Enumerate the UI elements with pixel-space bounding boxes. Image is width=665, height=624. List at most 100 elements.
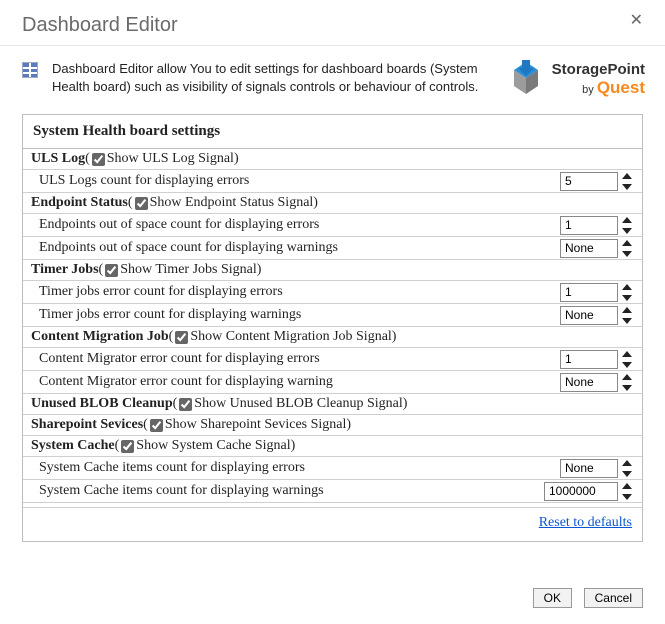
chevron-down-icon[interactable] (622, 318, 632, 324)
ok-button[interactable]: OK (533, 588, 572, 608)
section-title: Content Migration Job (31, 329, 169, 345)
cache-warnings-row: System Cache items count for displaying … (23, 480, 642, 503)
cache-errors-input[interactable] (560, 459, 618, 478)
cache-errors-row: System Cache items count for displaying … (23, 457, 642, 480)
row-label: Content Migrator error count for display… (39, 351, 320, 367)
table-icon (22, 62, 38, 78)
chevron-down-icon[interactable] (622, 295, 632, 301)
row-label: Endpoints out of space count for display… (39, 240, 338, 256)
section-title: ULS Log (31, 151, 85, 167)
cache-show-signal-checkbox[interactable] (121, 440, 134, 453)
spinner[interactable] (622, 483, 634, 500)
endpoint-warnings-input[interactable] (560, 239, 618, 258)
cancel-button[interactable]: Cancel (584, 588, 643, 608)
section-sharepoint-services: Sharepoint Sevices (Show Sharepoint Sevi… (23, 415, 642, 436)
row-label: Timer jobs error count for displaying er… (39, 284, 283, 300)
migration-show-signal-checkbox[interactable] (175, 331, 188, 344)
section-system-cache: System Cache (Show System Cache Signal) (23, 436, 642, 457)
chevron-down-icon[interactable] (622, 228, 632, 234)
chevron-down-icon[interactable] (622, 362, 632, 368)
settings-panel: System Health board settings ULS Log (Sh… (22, 114, 643, 542)
row-label: Timer jobs error count for displaying wa… (39, 307, 301, 323)
section-title: Timer Jobs (31, 262, 99, 278)
timer-warnings-input[interactable] (560, 306, 618, 325)
row-label: System Cache items count for displaying … (39, 483, 324, 499)
chevron-down-icon[interactable] (622, 251, 632, 257)
endpoint-show-signal-checkbox[interactable] (135, 197, 148, 210)
chevron-up-icon[interactable] (622, 351, 632, 357)
spinner[interactable] (622, 173, 634, 190)
brand-by: by (582, 84, 594, 96)
reset-row: Reset to defaults (23, 508, 642, 541)
chevron-up-icon[interactable] (622, 460, 632, 466)
spinner[interactable] (622, 307, 634, 324)
chevron-down-icon[interactable] (622, 385, 632, 391)
section-timer-jobs: Timer Jobs (Show Timer Jobs Signal) (23, 260, 642, 281)
endpoint-errors-row: Endpoints out of space count for display… (23, 214, 642, 237)
uls-errors-row: ULS Logs count for displaying errors (23, 170, 642, 193)
brand-product: StoragePoint (552, 61, 645, 78)
dashboard-editor-dialog: ✕ Dashboard Editor Dashboard Editor allo… (0, 0, 665, 624)
chevron-down-icon[interactable] (622, 471, 632, 477)
intro-text: Dashboard Editor allow You to edit setti… (52, 60, 508, 95)
timer-warnings-row: Timer jobs error count for displaying wa… (23, 304, 642, 327)
endpoint-errors-input[interactable] (560, 216, 618, 235)
row-label: ULS Logs count for displaying errors (39, 173, 249, 189)
row-label: Endpoints out of space count for display… (39, 217, 319, 233)
checkbox-label: Show System Cache Signal (136, 438, 290, 454)
migration-errors-row: Content Migrator error count for display… (23, 348, 642, 371)
chevron-up-icon[interactable] (622, 173, 632, 179)
checkbox-label: Show ULS Log Signal (107, 151, 234, 167)
section-title: Sharepoint Sevices (31, 417, 143, 433)
row-label: Content Migrator error count for display… (39, 374, 333, 390)
checkbox-label: Show Content Migration Job Signal (190, 329, 391, 345)
chevron-up-icon[interactable] (622, 217, 632, 223)
checkbox-label: Show Endpoint Status Signal (150, 195, 314, 211)
chevron-down-icon[interactable] (622, 494, 632, 500)
panel-title: System Health board settings (23, 115, 642, 149)
checkbox-label: Show Timer Jobs Signal (120, 262, 257, 278)
row-label: System Cache items count for displaying … (39, 460, 305, 476)
section-title: Endpoint Status (31, 195, 128, 211)
section-title: System Cache (31, 438, 115, 454)
chevron-up-icon[interactable] (622, 483, 632, 489)
brand-vendor: Quest (597, 78, 645, 97)
section-unused-blob-cleanup: Unused BLOB Cleanup (Show Unused BLOB Cl… (23, 394, 642, 415)
section-endpoint-status: Endpoint Status (Show Endpoint Status Si… (23, 193, 642, 214)
timer-show-signal-checkbox[interactable] (105, 264, 118, 277)
checkbox-label: Show Unused BLOB Cleanup Signal (194, 396, 402, 412)
migration-errors-input[interactable] (560, 350, 618, 369)
spinner[interactable] (622, 240, 634, 257)
section-title: Unused BLOB Cleanup (31, 396, 173, 412)
uls-errors-input[interactable] (560, 172, 618, 191)
section-uls-log: ULS Log (Show ULS Log Signal) (23, 149, 642, 170)
blob-show-signal-checkbox[interactable] (179, 398, 192, 411)
endpoint-warnings-row: Endpoints out of space count for display… (23, 237, 642, 260)
reset-to-defaults-link[interactable]: Reset to defaults (539, 515, 632, 530)
spinner[interactable] (622, 374, 634, 391)
section-content-migration: Content Migration Job (Show Content Migr… (23, 327, 642, 348)
timer-errors-input[interactable] (560, 283, 618, 302)
migration-warnings-row: Content Migrator error count for display… (23, 371, 642, 394)
spinner[interactable] (622, 284, 634, 301)
spinner[interactable] (622, 351, 634, 368)
chevron-down-icon[interactable] (622, 184, 632, 190)
chevron-up-icon[interactable] (622, 240, 632, 246)
chevron-up-icon[interactable] (622, 307, 632, 313)
spinner[interactable] (622, 460, 634, 477)
sps-show-signal-checkbox[interactable] (150, 419, 163, 432)
cache-warnings-input[interactable] (544, 482, 618, 501)
chevron-up-icon[interactable] (622, 374, 632, 380)
spinner[interactable] (622, 217, 634, 234)
storagepoint-icon (508, 60, 544, 98)
brand-logo: StoragePoint by Quest (508, 60, 645, 98)
dialog-title: Dashboard Editor (0, 0, 665, 46)
dialog-footer: OK Cancel (525, 588, 643, 608)
intro-row: Dashboard Editor allow You to edit setti… (0, 46, 665, 108)
migration-warnings-input[interactable] (560, 373, 618, 392)
checkbox-label: Show Sharepoint Sevices Signal (165, 417, 347, 433)
uls-show-signal-checkbox[interactable] (92, 153, 105, 166)
close-icon[interactable]: ✕ (630, 10, 643, 30)
chevron-up-icon[interactable] (622, 284, 632, 290)
timer-errors-row: Timer jobs error count for displaying er… (23, 281, 642, 304)
